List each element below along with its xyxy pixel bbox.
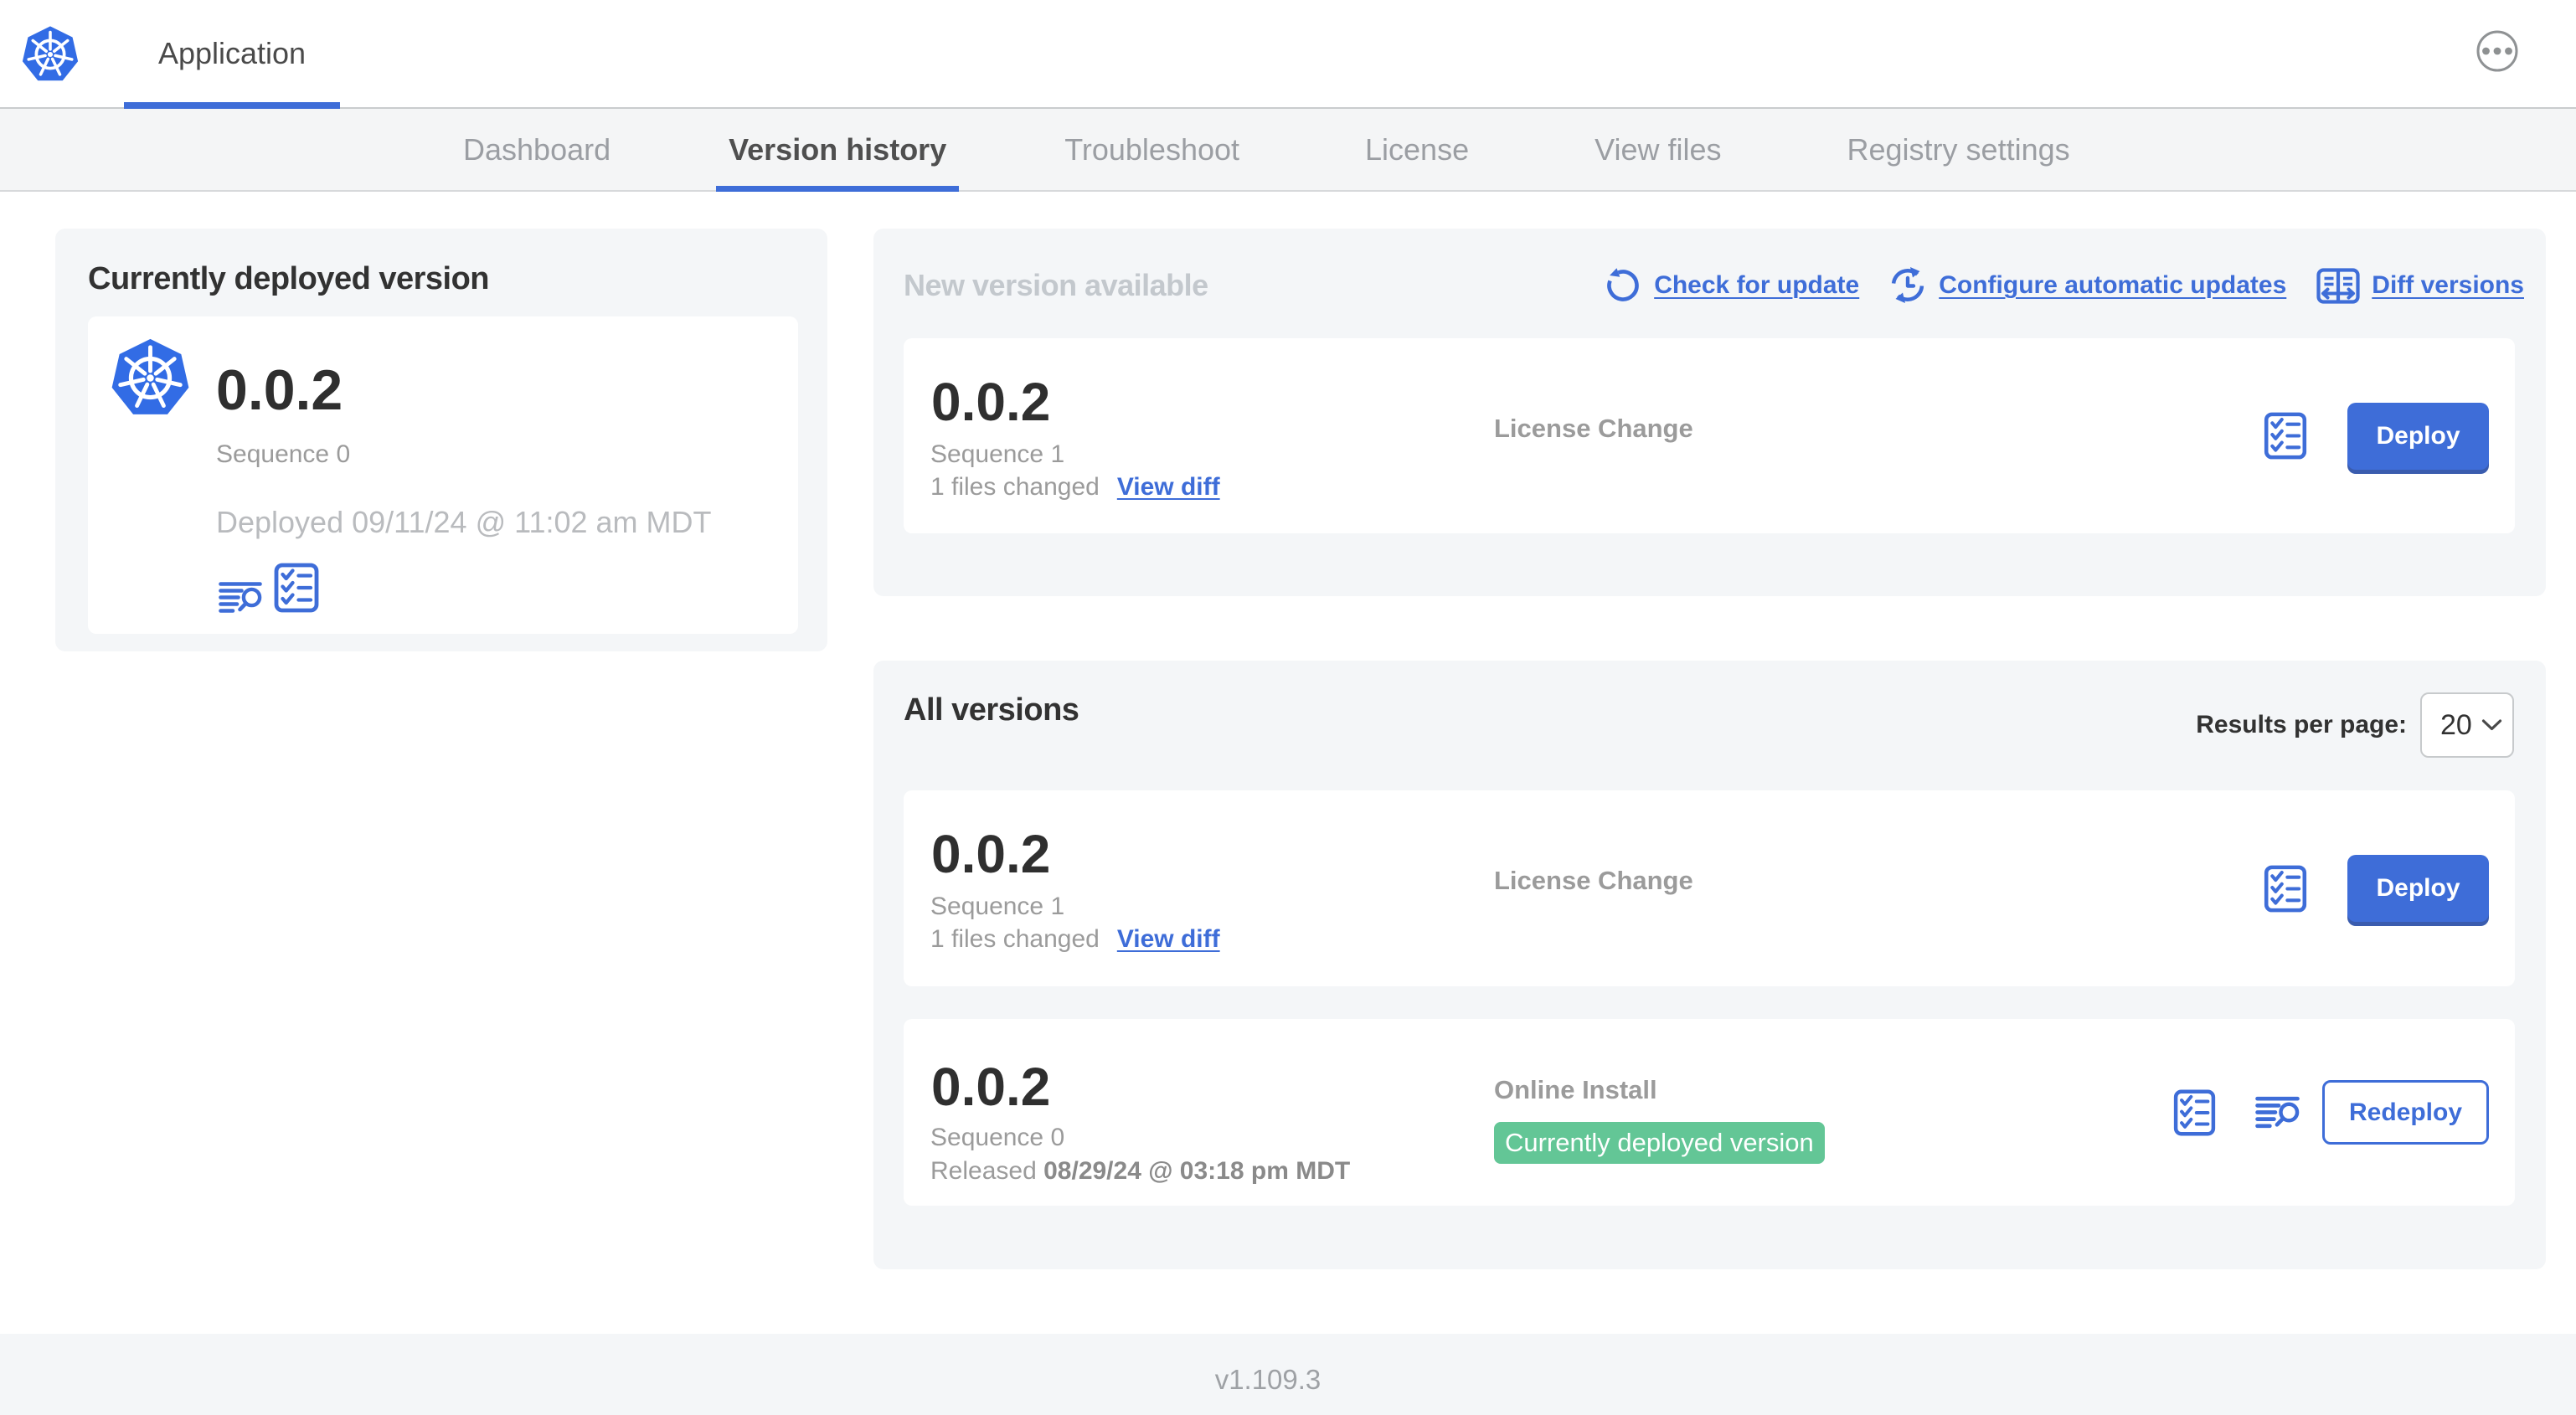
- check-for-update-label: Check for update: [1654, 271, 1860, 299]
- version-row: 0.0.2 Sequence 0 Released 08/29/24 @ 03:…: [904, 1019, 2515, 1206]
- diff-icon: [2316, 267, 2360, 304]
- configure-automatic-updates-label: Configure automatic updates: [1939, 271, 2287, 299]
- preflight-checks-icon[interactable]: [2172, 1089, 2218, 1136]
- header-links: Check for update Configure automatic upd…: [1605, 264, 2524, 307]
- auto-update-clock-icon: [1892, 267, 1924, 303]
- all-versions-panel: All versions Results per page: 20 0.0.2 …: [873, 661, 2546, 1269]
- version-status-label: Online Install: [1494, 1075, 1657, 1104]
- results-per-page-label: Results per page:: [2196, 711, 2407, 738]
- currently-deployed-title: Currently deployed version: [88, 261, 490, 296]
- tab-dashboard[interactable]: Dashboard: [443, 109, 631, 190]
- diff-versions-label: Diff versions: [2372, 271, 2524, 299]
- new-version-row: 0.0.2 Sequence 1 1 files changed View di…: [904, 338, 2515, 533]
- currently-deployed-panel: Currently deployed version 0.0.2 Sequenc…: [55, 229, 827, 651]
- row-sequence: Sequence 1: [930, 893, 1065, 920]
- chevron-down-icon: [2481, 719, 2502, 731]
- results-per-page-select[interactable]: 20: [2420, 692, 2514, 758]
- refresh-icon: [1607, 268, 1639, 301]
- tab-version-history[interactable]: Version history: [716, 109, 960, 192]
- all-versions-title: All versions: [904, 692, 1079, 728]
- results-per-page-value: 20: [2440, 708, 2472, 741]
- row-sequence: Sequence 1: [930, 440, 1065, 468]
- redeploy-button[interactable]: Redeploy: [2322, 1080, 2489, 1145]
- app-icon-kubernetes: [111, 338, 189, 414]
- deploy-button[interactable]: Deploy: [2347, 402, 2489, 470]
- version-actions: Redeploy: [2172, 1019, 2489, 1206]
- deployed-version-card: 0.0.2 Sequence 0 Deployed 09/11/24 @ 11:…: [88, 316, 798, 634]
- row-sequence: Sequence 0: [930, 1124, 1065, 1151]
- tab-view-files[interactable]: View files: [1574, 109, 1741, 190]
- version-status-column: License Change: [1494, 338, 1693, 533]
- app-tab-active-underline: [124, 102, 340, 109]
- deployed-version-number: 0.0.2: [216, 358, 343, 422]
- deploy-logs-icon[interactable]: [2255, 1096, 2300, 1129]
- new-version-panel: New version available Check for update C…: [873, 229, 2546, 596]
- console-version: v1.109.3: [1214, 1363, 1321, 1395]
- row-version-number: 0.0.2: [931, 824, 1051, 884]
- preflight-checks-icon[interactable]: [2263, 865, 2308, 913]
- tab-license[interactable]: License: [1345, 109, 1489, 190]
- deployed-sequence: Sequence 0: [216, 440, 351, 468]
- new-version-title: New version available: [904, 268, 1208, 302]
- tab-registry-settings[interactable]: Registry settings: [1827, 109, 2090, 190]
- version-actions: Deploy: [2263, 338, 2489, 533]
- configure-automatic-updates-link[interactable]: Configure automatic updates: [1889, 266, 2286, 305]
- kubernetes-logo-icon: [22, 26, 79, 81]
- view-diff-link[interactable]: View diff: [1117, 475, 1220, 500]
- app-header: Application: [0, 0, 2576, 109]
- deployed-date: Deployed 09/11/24 @ 11:02 am MDT: [216, 505, 712, 539]
- files-changed: 1 files changed: [930, 925, 1100, 953]
- diff-versions-link[interactable]: Diff versions: [2316, 267, 2524, 304]
- version-actions: Deploy: [2263, 790, 2489, 986]
- deploy-button[interactable]: Deploy: [2347, 855, 2489, 922]
- preflight-checks-icon[interactable]: [2263, 412, 2308, 460]
- released-label: Released: [930, 1157, 1037, 1185]
- app-tab[interactable]: Application: [124, 0, 340, 107]
- deploy-logs-icon[interactable]: [219, 582, 262, 613]
- released-date-value: 08/29/24 @ 03:18 pm MDT: [1043, 1157, 1351, 1185]
- row-version-number: 0.0.2: [931, 1057, 1051, 1117]
- version-row: 0.0.2 Sequence 1 1 files changed View di…: [904, 790, 2515, 986]
- more-options-icon[interactable]: [2476, 30, 2518, 72]
- version-status-label: License Change: [1494, 866, 1693, 895]
- files-changed-line: 1 files changed View diff: [930, 475, 1220, 500]
- view-diff-link[interactable]: View diff: [1117, 927, 1220, 952]
- check-for-update-link[interactable]: Check for update: [1605, 266, 1859, 305]
- released-date: Released 08/29/24 @ 03:18 pm MDT: [930, 1159, 1350, 1184]
- files-changed: 1 files changed: [930, 473, 1100, 501]
- version-status-column: License Change: [1494, 790, 1693, 986]
- currently-deployed-badge: Currently deployed version: [1494, 1122, 1825, 1164]
- tab-troubleshoot[interactable]: Troubleshoot: [1044, 109, 1260, 190]
- version-status-label: License Change: [1494, 414, 1693, 443]
- sub-navbar: Dashboard Version history Troubleshoot L…: [0, 109, 2576, 192]
- files-changed-line: 1 files changed View diff: [930, 927, 1220, 952]
- nav-tabs: Dashboard Version history Troubleshoot L…: [443, 109, 2090, 192]
- row-version-number: 0.0.2: [931, 372, 1051, 432]
- version-status-column: Online Install Currently deployed versio…: [1494, 1019, 1825, 1206]
- app-footer: v1.109.3: [0, 1334, 2576, 1415]
- preflight-checks-icon[interactable]: [274, 563, 319, 613]
- version-action-icons: [219, 563, 319, 613]
